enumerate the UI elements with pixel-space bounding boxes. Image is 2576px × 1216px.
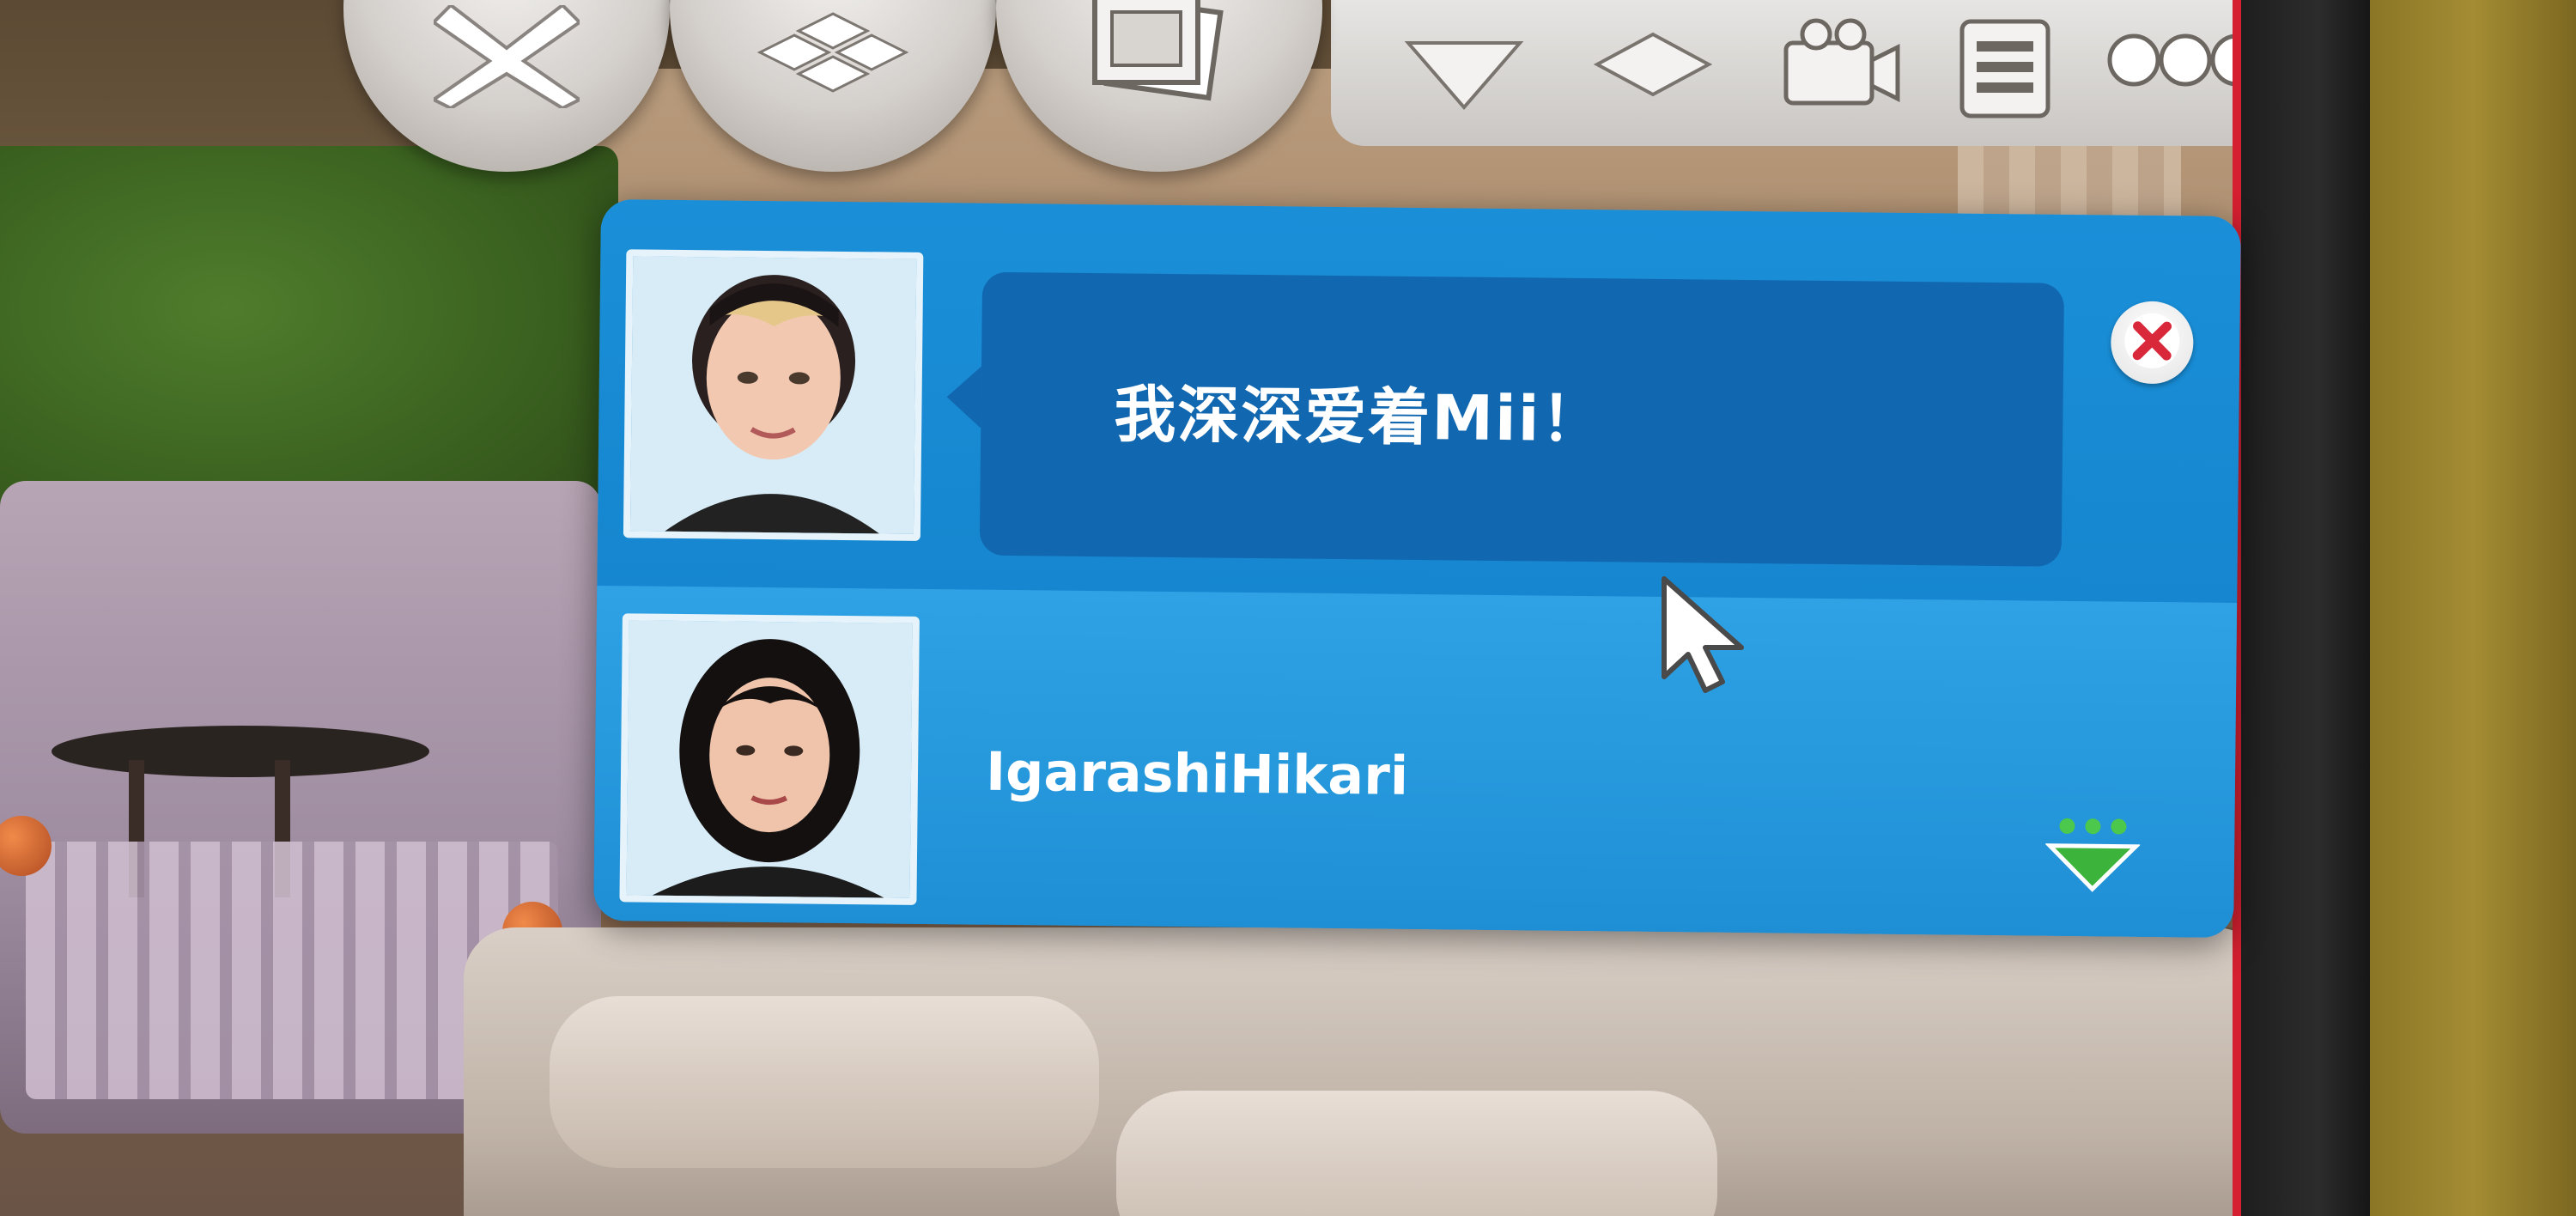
sim-notification-panel: 我深深爱着Mii！ IgarashiHikari <box>593 199 2241 938</box>
sim-portrait-image <box>629 256 917 534</box>
floor-tiles-icon <box>743 5 923 112</box>
notification-message: 我深深爱着Mii！ <box>1113 378 1605 456</box>
notification-close-button[interactable] <box>2110 301 2194 385</box>
target-sim-portrait[interactable] <box>623 249 924 541</box>
hud-view-button[interactable] <box>1589 17 1717 115</box>
sender-sim-portrait[interactable] <box>619 613 920 905</box>
close-x-icon <box>430 3 583 112</box>
triangle-down-icon <box>1400 17 1528 115</box>
hud-list-button[interactable] <box>1949 17 2061 124</box>
mouse-cursor-icon <box>1657 574 1752 694</box>
photo-frames-icon <box>1078 0 1241 112</box>
diamond-icon <box>1589 17 1717 115</box>
list-icon <box>1949 17 2061 124</box>
hud-camera-button[interactable] <box>1769 17 1906 115</box>
plumbob-icon <box>2044 818 2142 892</box>
hud-floor-button[interactable] <box>670 0 996 172</box>
room-wall <box>2370 0 2576 1216</box>
sender-name: IgarashiHikari <box>985 739 1409 807</box>
hud-close-button[interactable] <box>343 0 670 172</box>
close-icon <box>2122 311 2183 375</box>
side-table <box>52 726 429 777</box>
sim-portrait-image <box>626 620 913 898</box>
monitor-bezel <box>2241 0 2370 1216</box>
hud-photo-button[interactable] <box>996 0 1322 172</box>
camera-icon <box>1769 17 1906 115</box>
mood-indicator <box>2044 816 2142 894</box>
top-hud <box>0 0 2284 172</box>
hud-lower-floor-button[interactable] <box>1400 17 1528 115</box>
pillow <box>550 996 1099 1168</box>
pillow <box>1116 1091 1717 1216</box>
